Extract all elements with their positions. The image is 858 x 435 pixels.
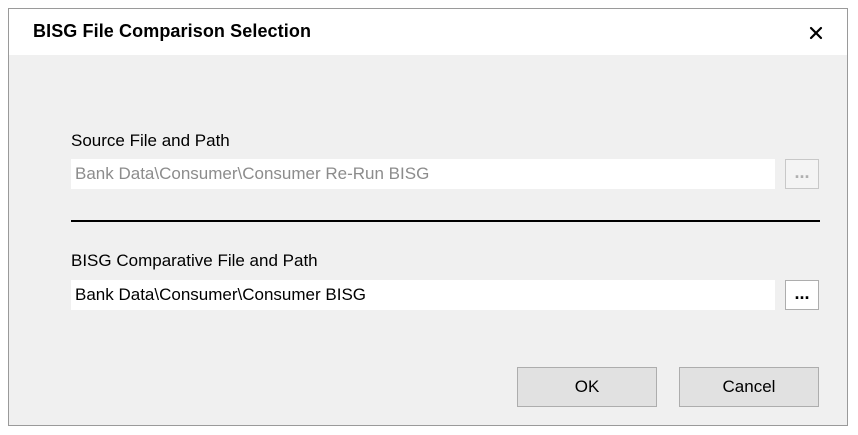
comparative-file-field[interactable]: Bank Data\Consumer\Consumer BISG (71, 280, 775, 310)
ok-button[interactable]: OK (517, 367, 657, 407)
close-button[interactable] (801, 18, 831, 48)
dialog-title: BISG File Comparison Selection (33, 21, 312, 41)
comparative-browse-button[interactable]: ... (785, 280, 819, 310)
comparative-file-label: BISG Comparative File and Path (71, 251, 318, 270)
close-icon (809, 26, 823, 40)
source-file-label: Source File and Path (71, 131, 230, 150)
source-browse-button: ... (785, 159, 819, 189)
file-comparison-dialog: BISG File Comparison Selection Source Fi… (8, 8, 848, 426)
section-divider (71, 220, 820, 222)
cancel-button[interactable]: Cancel (679, 367, 819, 407)
dialog-titlebar: BISG File Comparison Selection (9, 9, 847, 55)
source-file-field: Bank Data\Consumer\Consumer Re-Run BISG (71, 159, 775, 189)
